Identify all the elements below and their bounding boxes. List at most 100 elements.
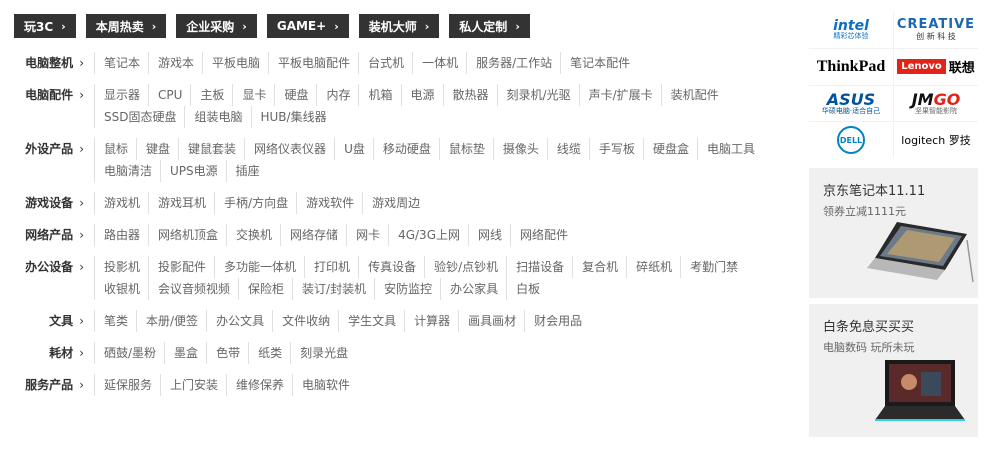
category-link[interactable]: 服务器/工作站 (466, 52, 560, 74)
category-link[interactable]: SSD固态硬盘 (94, 106, 184, 128)
category-link[interactable]: 装订/封装机 (292, 278, 374, 300)
category-title[interactable]: 外设产品 › (14, 138, 86, 160)
category-link[interactable]: 散热器 (442, 84, 497, 106)
category-link[interactable]: 台式机 (358, 52, 412, 74)
brand-jmgo[interactable]: JMGO 坚果智能影院 (894, 85, 978, 122)
category-link[interactable]: 本册/便签 (136, 310, 206, 332)
category-link[interactable]: 网络机顶盒 (148, 224, 226, 246)
category-link[interactable]: 游戏耳机 (148, 192, 214, 214)
category-link[interactable]: 平板电脑 (202, 52, 268, 74)
category-link[interactable]: 硒鼓/墨粉 (94, 342, 164, 364)
category-link[interactable]: 刻录光盘 (290, 342, 356, 364)
top-tag-button[interactable]: 私人定制 › (449, 14, 530, 38)
category-link[interactable]: 网络配件 (510, 224, 576, 246)
category-link[interactable]: 一体机 (412, 52, 466, 74)
category-link[interactable]: 交换机 (226, 224, 280, 246)
category-link[interactable]: UPS电源 (160, 160, 226, 182)
top-tag-button[interactable]: GAME+ › (266, 14, 349, 38)
brand-asus[interactable]: ASUS 华硕电脑·适合自己 (809, 85, 893, 122)
category-link[interactable]: 鼠标垫 (438, 138, 493, 160)
category-link[interactable]: 平板电脑配件 (268, 52, 358, 74)
category-title[interactable]: 办公设备 › (14, 256, 86, 278)
category-link[interactable]: 移动硬盘 (372, 138, 439, 160)
category-link[interactable]: 显卡 (232, 84, 274, 106)
category-link[interactable]: 复合机 (572, 256, 626, 278)
category-link[interactable]: 手写板 (588, 138, 643, 160)
category-link[interactable]: 游戏软件 (296, 192, 362, 214)
category-link[interactable]: CPU (148, 84, 190, 106)
category-link[interactable]: 传真设备 (358, 256, 424, 278)
category-link[interactable]: 电脑清洁 (94, 160, 160, 182)
category-link[interactable]: 硬盘 (274, 84, 316, 106)
category-link[interactable]: 纸类 (248, 342, 290, 364)
category-link[interactable]: 收银机 (94, 278, 148, 300)
category-link[interactable]: HUB/集线器 (250, 106, 335, 128)
category-link[interactable]: 学生文具 (338, 310, 404, 332)
category-link[interactable]: 刻录机/光驱 (496, 84, 579, 106)
category-link[interactable]: 计算器 (404, 310, 458, 332)
category-link[interactable]: 验钞/点钞机 (424, 256, 506, 278)
category-link[interactable]: 白板 (506, 278, 548, 300)
category-title[interactable]: 文具 › (14, 310, 86, 332)
category-link[interactable]: 办公家具 (440, 278, 506, 300)
category-link[interactable]: 手柄/方向盘 (214, 192, 296, 214)
category-title[interactable]: 电脑配件 › (14, 84, 86, 106)
category-link[interactable]: 笔类 (94, 310, 136, 332)
category-title[interactable]: 耗材 › (14, 342, 86, 364)
category-link[interactable]: 机箱 (358, 84, 400, 106)
category-link[interactable]: 网卡 (346, 224, 388, 246)
category-link[interactable]: 电脑软件 (292, 374, 358, 396)
category-link[interactable]: 投影配件 (148, 256, 214, 278)
category-link[interactable]: 墨盒 (164, 342, 206, 364)
category-link[interactable]: 插座 (225, 160, 268, 182)
category-link[interactable]: 电脑工具 (696, 138, 763, 160)
category-link[interactable]: 财会用品 (524, 310, 590, 332)
category-link[interactable]: 文件收纳 (272, 310, 338, 332)
top-tag-button[interactable]: 玩3C › (14, 14, 76, 38)
category-link[interactable]: 4G/3G上网 (388, 224, 468, 246)
top-tag-button[interactable]: 企业采购 › (176, 14, 257, 38)
top-tag-button[interactable]: 装机大师 › (358, 14, 440, 38)
category-link[interactable]: 装机配件 (660, 84, 727, 106)
category-link[interactable]: 笔记本 (94, 52, 148, 74)
category-link[interactable]: 组装电脑 (184, 106, 250, 128)
category-link[interactable]: 游戏机 (94, 192, 148, 214)
category-link[interactable]: U盘 (334, 138, 373, 160)
brand-intel[interactable]: intel 精彩芯体验 (809, 12, 893, 48)
category-link[interactable]: 上门安装 (160, 374, 226, 396)
category-link[interactable]: 安防监控 (374, 278, 440, 300)
category-link[interactable]: 打印机 (304, 256, 358, 278)
category-title[interactable]: 游戏设备 › (14, 192, 86, 214)
top-tag-button[interactable]: 本周热卖 › (85, 14, 167, 38)
category-link[interactable]: 显示器 (94, 84, 148, 106)
category-link[interactable]: 硬盘盒 (642, 138, 697, 160)
category-link[interactable]: 摄像头 (492, 138, 547, 160)
category-link[interactable]: 碎纸机 (626, 256, 680, 278)
category-link[interactable]: 游戏周边 (362, 192, 428, 214)
category-link[interactable]: 键盘 (136, 138, 178, 160)
category-link[interactable]: 鼠标 (94, 138, 136, 160)
category-link[interactable]: 网络存储 (280, 224, 346, 246)
category-link[interactable]: 键鼠套装 (178, 138, 244, 160)
category-link[interactable]: 多功能一体机 (214, 256, 304, 278)
promo-notebook-1111[interactable]: 京东笔记本11.11 领券立减1111元 (809, 168, 978, 298)
category-title[interactable]: 电脑整机 › (14, 52, 86, 74)
category-link[interactable]: 扫描设备 (506, 256, 572, 278)
category-link[interactable]: 保险柜 (238, 278, 292, 300)
category-title[interactable]: 服务产品 › (14, 374, 86, 396)
brand-dell[interactable]: DELL (809, 122, 893, 158)
category-link[interactable]: 声卡/扩展卡 (578, 84, 661, 106)
category-link[interactable]: 主板 (190, 84, 232, 106)
category-link[interactable]: 线缆 (546, 138, 589, 160)
category-link[interactable]: 投影机 (94, 256, 148, 278)
category-link[interactable]: 电源 (400, 84, 443, 106)
category-link[interactable]: 色带 (206, 342, 248, 364)
category-link[interactable]: 考勤门禁 (680, 256, 746, 278)
category-link[interactable]: 游戏本 (148, 52, 202, 74)
brand-thinkpad[interactable]: ThinkPad (809, 48, 893, 85)
category-link[interactable]: 网线 (468, 224, 510, 246)
category-link[interactable]: 画具画材 (458, 310, 524, 332)
category-link[interactable]: 网络仪表仪器 (244, 138, 334, 160)
category-link[interactable]: 内存 (316, 84, 358, 106)
category-link[interactable]: 维修保养 (226, 374, 292, 396)
